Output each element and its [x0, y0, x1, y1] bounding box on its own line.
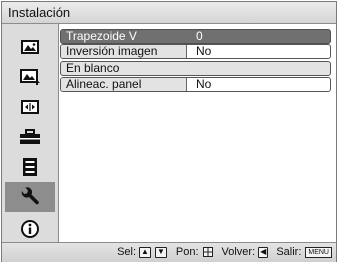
row-label: En blanco — [66, 61, 120, 75]
menu-row-alineac-panel[interactable]: Alineac. panel No — [60, 77, 331, 92]
row-value: 0 — [196, 29, 203, 43]
row-value: No — [196, 44, 212, 58]
screen-icon — [21, 100, 39, 114]
row-label: Trapezoide V — [66, 29, 137, 43]
menu-row-en-blanco[interactable]: En blanco — [60, 61, 331, 76]
up-arrow-key-icon: ▲ — [139, 246, 151, 258]
row-label: Alineac. panel — [66, 77, 142, 91]
sidebar-item-menu-setup[interactable] — [9, 154, 51, 180]
sel-label: Sel: — [117, 246, 137, 258]
advanced-picture-icon — [20, 69, 40, 85]
sidebar-item-setup[interactable] — [9, 124, 51, 150]
salir-label: Salir: — [276, 246, 302, 258]
down-arrow-key-icon: ▼ — [154, 246, 167, 258]
pon-label: Pon: — [175, 246, 199, 258]
sidebar — [2, 24, 59, 242]
picture-icon — [21, 40, 39, 54]
enter-key-icon — [202, 247, 213, 257]
title-bar: Instalación — [2, 2, 336, 24]
sidebar-item-advanced-picture[interactable] — [9, 64, 51, 90]
information-icon — [21, 220, 39, 238]
sidebar-item-screen[interactable] — [9, 94, 51, 120]
sidebar-item-picture[interactable] — [9, 34, 51, 60]
setup-icon — [20, 129, 40, 144]
sidebar-item-information[interactable] — [9, 216, 51, 242]
sidebar-item-installation[interactable] — [5, 182, 55, 212]
menu-row-inversion-imagen[interactable]: Inversión imagen No — [60, 44, 331, 59]
row-label: Inversión imagen — [66, 44, 158, 58]
status-bar: Sel: ▲ ▼ Pon: Volver: ◀ Salir: MENU — [2, 242, 336, 262]
menu-title: Instalación — [8, 5, 71, 20]
volver-label: Volver: — [221, 246, 256, 258]
row-value: No — [196, 77, 212, 91]
settings-window: Instalación Trapezoide V 0 Inversión ima… — [1, 1, 337, 262]
menu-setup-icon — [23, 158, 37, 176]
left-arrow-key-icon: ◀ — [258, 246, 269, 258]
menu-key-icon: MENU — [305, 246, 332, 258]
wrench-icon — [21, 187, 39, 205]
menu-row-trapezoide-v[interactable]: Trapezoide V 0 — [60, 29, 331, 44]
